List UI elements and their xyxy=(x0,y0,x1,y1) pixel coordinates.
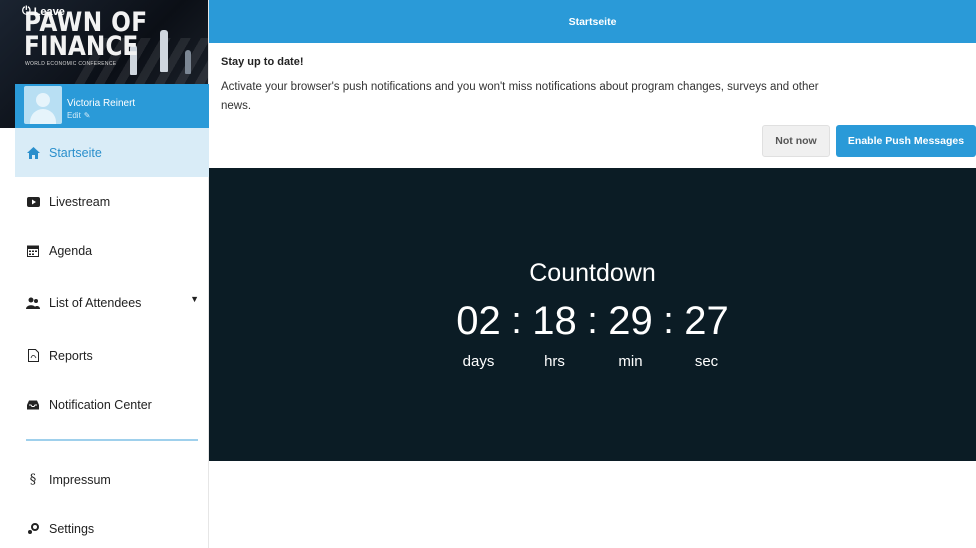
countdown-seconds: 27 xyxy=(684,299,729,343)
leave-button[interactable]: ⏻ Leave xyxy=(22,5,65,18)
sidebar-item-label: Startseite xyxy=(49,145,102,160)
sidebar-item-agenda[interactable]: Agenda xyxy=(15,226,209,275)
page-header: Startseite xyxy=(209,0,976,43)
countdown-separator: : xyxy=(511,300,522,342)
avatar[interactable] xyxy=(24,86,62,124)
event-title-line2: FINANCE xyxy=(24,31,139,62)
countdown-minutes-label: min xyxy=(618,353,643,370)
sidebar-item-label: Impressum xyxy=(49,472,111,487)
edit-profile-link[interactable]: Edit ✎ xyxy=(67,111,91,120)
sidebar-nav: Startseite Livestream Agenda List of Att… xyxy=(15,128,209,429)
calendar-icon xyxy=(26,244,40,258)
settings-icon xyxy=(26,522,40,536)
sidebar-item-label: Settings xyxy=(49,521,95,536)
countdown-hours-label: hrs xyxy=(544,353,565,370)
sidebar-item-livestream[interactable]: Livestream xyxy=(15,177,209,226)
countdown-separator: : xyxy=(587,300,598,342)
section-icon: § xyxy=(29,472,37,487)
home-icon xyxy=(26,146,40,160)
user-name: Victoria Reinert xyxy=(67,98,136,109)
countdown-separator: : xyxy=(663,300,674,342)
sidebar-divider xyxy=(26,439,198,441)
countdown-days-label: days xyxy=(462,353,495,370)
sidebar-item-label: Reports xyxy=(49,348,93,363)
pdf-icon xyxy=(26,349,40,363)
sidebar-item-notification-center[interactable]: Notification Center xyxy=(15,380,209,429)
chevron-down-icon: ▼ xyxy=(190,294,199,304)
countdown-labels: days hrs min sec xyxy=(209,353,976,370)
enable-push-button[interactable]: Enable Push Messages xyxy=(836,125,976,157)
countdown-panel: Countdown 02 : 18 : 29 : 27 days hrs min… xyxy=(209,168,976,461)
countdown-title: Countdown xyxy=(529,259,656,287)
sidebar-item-label: Agenda xyxy=(49,243,93,258)
sidebar-item-impressum[interactable]: § Impressum xyxy=(15,455,209,504)
attendees-icon xyxy=(26,296,40,310)
leave-label: Leave xyxy=(33,5,65,18)
sidebar-item-label: Livestream xyxy=(49,194,111,209)
chess-piece-graphic xyxy=(160,30,168,72)
countdown-values: 02 : 18 : 29 : 27 xyxy=(209,299,976,344)
chess-piece-graphic xyxy=(185,50,191,74)
sidebar-item-list-of-attendees[interactable]: List of Attendees ▼ xyxy=(15,275,209,331)
exit-icon: ⏻ xyxy=(22,5,31,17)
countdown-hours: 18 xyxy=(532,299,577,343)
push-notification-prompt: Stay up to date! Activate your browser's… xyxy=(209,43,976,168)
inbox-icon xyxy=(26,398,40,412)
page-title: Startseite xyxy=(568,15,617,28)
sidebar-bottom-nav: § Impressum Settings xyxy=(15,455,209,548)
sidebar-item-label: List of Attendees xyxy=(49,296,142,310)
push-prompt-title: Stay up to date! xyxy=(221,56,304,68)
countdown-days: 02 xyxy=(456,299,501,343)
sidebar-item-settings[interactable]: Settings xyxy=(15,504,209,548)
event-subtitle: WORLD ECONOMIC CONFERENCE xyxy=(25,61,117,67)
sidebar-item-reports[interactable]: Reports xyxy=(15,331,209,380)
not-now-button[interactable]: Not now xyxy=(762,125,830,157)
sidebar: PAWN OF FINANCE ⏻ Leave WORLD ECONOMIC C… xyxy=(0,0,209,548)
pencil-icon: ✎ xyxy=(83,111,91,120)
play-icon xyxy=(26,195,40,209)
push-prompt-text: Activate your browser's push notificatio… xyxy=(221,81,819,112)
countdown-minutes: 29 xyxy=(608,299,653,343)
edit-label: Edit xyxy=(67,111,81,120)
countdown-seconds-label: sec xyxy=(694,353,719,370)
sidebar-item-label: Notification Center xyxy=(49,397,152,412)
sidebar-item-startseite[interactable]: Startseite xyxy=(15,128,209,177)
